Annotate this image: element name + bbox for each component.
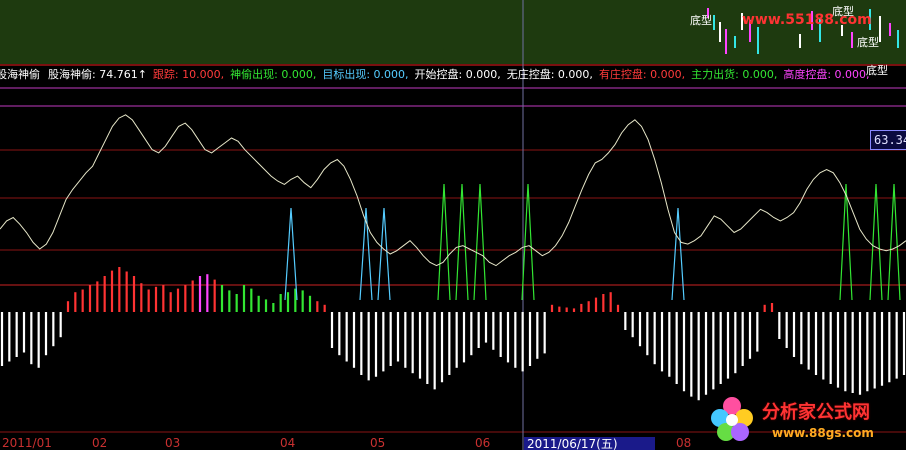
- x-tick-label: 2011/01: [2, 436, 52, 450]
- indicator-value: 无庄控盘: 0.000,: [506, 68, 593, 81]
- x-tick-label: 02: [92, 436, 108, 450]
- indicator-value: 目标出现: 0.000,: [322, 68, 409, 81]
- chart-window: 股海神偷 股海神偷: 74.761↑ 跟踪: 10.000, 神偷出现: 0.000,…: [0, 0, 906, 450]
- indicator-value: 主力出货: 0.000,: [691, 68, 778, 81]
- indicator-value: 跟踪: 10.000,: [152, 68, 225, 81]
- watermark-url: www.88gs.com: [772, 426, 874, 440]
- series-line: [0, 114, 906, 267]
- x-tick-label: 08: [676, 436, 692, 450]
- indicator-value: 高度控盘: 0.000,: [783, 68, 870, 81]
- signal-spike: [377, 207, 391, 301]
- flower-logo-icon: [711, 397, 753, 441]
- x-tick-label: 05: [370, 436, 386, 450]
- indicator-value: 神偷出现: 0.000,: [230, 68, 317, 81]
- watermark-title: 分析家公式网: [762, 402, 870, 423]
- signal-spike: [473, 183, 487, 301]
- x-tick-label: 03: [165, 436, 181, 450]
- indicator-value: 股海神偷: 74.761↑: [48, 68, 147, 81]
- bottom-pattern-label: 底型: [690, 14, 712, 27]
- watermark: 分析家公式网 www.88gs.com: [702, 388, 906, 448]
- indicator-header: 股海神偷 股海神偷: 74.761↑ 跟踪: 10.000, 神偷出现: 0.000,…: [0, 66, 906, 84]
- cursor-date-box: 2011/06/17(五): [524, 437, 655, 450]
- indicator-value: 开始控盘: 0.000,: [414, 68, 501, 81]
- indicator-name: 股海神偷: [0, 68, 40, 81]
- price-tag: 63.34: [870, 130, 906, 150]
- x-tick-label: 06: [475, 436, 491, 450]
- signal-spike: [887, 183, 901, 301]
- bottom-pattern-label: 底型: [866, 64, 888, 77]
- bottom-pattern-label: 底型: [857, 36, 879, 49]
- signal-spike: [671, 207, 685, 301]
- signal-spike: [839, 183, 853, 301]
- signal-spike: [284, 207, 298, 301]
- signal-spike: [521, 183, 535, 301]
- signal-spike: [869, 183, 883, 301]
- x-tick-label: 04: [280, 436, 296, 450]
- indicator-value: 有庄控盘: 0.000,: [598, 68, 686, 81]
- signal-spike: [437, 183, 451, 301]
- signal-spike: [455, 183, 469, 301]
- site-url: www.55188.com: [742, 12, 872, 28]
